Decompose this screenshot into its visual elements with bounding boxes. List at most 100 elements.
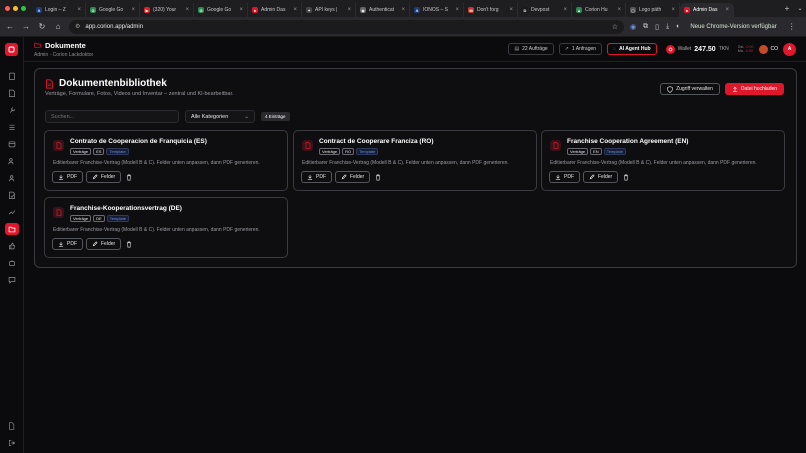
- browser-tab[interactable]: ✦ API keys | ×: [302, 3, 356, 17]
- browser-tab[interactable]: Λ Login – Z ×: [32, 3, 86, 17]
- document-card[interactable]: Franchise-Kooperationsvertrag (DE) Verträ…: [44, 197, 288, 258]
- reload-icon[interactable]: ↻: [37, 22, 47, 31]
- back-icon[interactable]: ←: [5, 22, 15, 31]
- tab-close-icon[interactable]: ×: [617, 7, 621, 13]
- delete-button[interactable]: [621, 171, 631, 183]
- page-heading: Dokumente Admin · Corion Lackdoktor: [34, 41, 93, 58]
- download-pdf-button[interactable]: PDF: [52, 171, 83, 183]
- wallet-balance[interactable]: Wallet 247.50 TKN: [662, 43, 733, 55]
- browser-tab[interactable]: ▲ Corion Hu ×: [572, 3, 626, 17]
- edit-fields-button[interactable]: Felder: [86, 171, 122, 183]
- sidebar-item-list[interactable]: [5, 121, 19, 133]
- chrome-update-button[interactable]: Neue Chrome-Version verfügbar: [686, 22, 780, 32]
- sidebar-docs-help-icon[interactable]: [5, 420, 19, 432]
- upload-file-button[interactable]: Datei hochladen: [725, 83, 784, 95]
- card-title: Franchise Cooperation Agreement (EN): [567, 138, 689, 145]
- browser-tab[interactable]: ● Admin Das ×: [680, 3, 734, 17]
- forward-icon[interactable]: →: [21, 22, 31, 31]
- manage-access-label: Zugriff verwalten: [676, 86, 713, 92]
- sidebar-item-dashboard[interactable]: [5, 70, 19, 82]
- browser-tab[interactable]: M Don't forg ×: [464, 3, 518, 17]
- sidebar-item-documents[interactable]: [4, 223, 19, 235]
- app-sidebar: [0, 37, 24, 453]
- category-select[interactable]: Alle Kategorien ⌄: [185, 110, 255, 123]
- browser-tab[interactable]: ◉ Authenticat ×: [356, 3, 410, 17]
- sidebar-item-report[interactable]: [5, 189, 19, 201]
- browser-tab[interactable]: Λ IONOS – S ×: [410, 3, 464, 17]
- maximize-window-button[interactable]: [21, 6, 26, 11]
- chrome-menu-icon[interactable]: ⋮: [787, 22, 797, 31]
- browser-tab[interactable]: D Devpost ×: [518, 3, 572, 17]
- account-badge[interactable]: A: [783, 42, 796, 56]
- sidebar-item-users[interactable]: [5, 155, 19, 167]
- download-pdf-button[interactable]: PDF: [549, 171, 580, 183]
- delete-button[interactable]: [124, 171, 134, 183]
- document-card[interactable]: Contrato de Cooperacion de Franquicia (E…: [44, 130, 288, 191]
- document-card[interactable]: Franchise Cooperation Agreement (EN) Vert…: [541, 130, 785, 191]
- browser-tab[interactable]: ◻ Logo päth ×: [626, 3, 680, 17]
- tab-close-icon[interactable]: ×: [725, 7, 729, 13]
- browser-tab-strip: Λ Login – Z × G Google Go × ▶ (320) Your × G Googl…: [0, 0, 806, 17]
- user-menu[interactable]: CO: [758, 44, 779, 54]
- sidebar-item-trend[interactable]: [5, 206, 19, 218]
- card-tag: Verträge: [567, 148, 589, 155]
- manage-access-button[interactable]: Zugriff verwalten: [660, 83, 720, 95]
- home-icon[interactable]: ⌂: [53, 22, 63, 31]
- sidebar-item-team[interactable]: [5, 172, 19, 184]
- new-tab-icon[interactable]: +: [780, 4, 794, 13]
- extension-icon[interactable]: ◉: [630, 23, 636, 31]
- pdf-label: PDF: [316, 174, 326, 180]
- app-logo[interactable]: [5, 43, 18, 56]
- document-library-panel: Dokumentenbibliothek Verträge, Formulare…: [34, 68, 797, 268]
- tab-close-icon[interactable]: ×: [563, 7, 567, 13]
- browser-tab[interactable]: G Google Go ×: [194, 3, 248, 17]
- tab-close-icon[interactable]: ×: [185, 7, 189, 13]
- delete-button[interactable]: [373, 171, 383, 183]
- edit-fields-button[interactable]: Felder: [583, 171, 619, 183]
- sidebar-item-thumbs-up[interactable]: [5, 240, 19, 252]
- tab-close-icon[interactable]: ×: [401, 7, 405, 13]
- browser-tab[interactable]: G Google Go ×: [86, 3, 140, 17]
- tab-search-icon[interactable]: ⌄: [794, 5, 806, 12]
- orders-button[interactable]: ▤ 22 Aufträge: [508, 43, 554, 55]
- tab-close-icon[interactable]: ×: [77, 7, 81, 13]
- sidepanel-icon[interactable]: ▯: [655, 23, 659, 31]
- search-input[interactable]: [45, 110, 179, 123]
- extensions-puzzle-icon[interactable]: ⧉: [643, 23, 648, 31]
- address-bar[interactable]: ⚙ app.corion.app/admin ☆: [69, 19, 624, 34]
- site-info-icon[interactable]: ⚙: [75, 23, 80, 30]
- card-tag: Verträge: [319, 148, 341, 155]
- tab-close-icon[interactable]: ×: [293, 7, 297, 13]
- tab-close-icon[interactable]: ×: [131, 7, 135, 13]
- sidebar-item-chat[interactable]: [5, 274, 19, 286]
- minimize-window-button[interactable]: [13, 6, 18, 11]
- tab-close-icon[interactable]: ×: [347, 7, 351, 13]
- sidebar-item-calendar[interactable]: [5, 138, 19, 150]
- download-pdf-button[interactable]: PDF: [52, 238, 83, 250]
- ai-agent-hub-button[interactable]: ⌂ AI Agent Hub: [607, 43, 657, 55]
- requests-button[interactable]: ↗ 1 Anfragen: [558, 43, 603, 55]
- download-pdf-button[interactable]: PDF: [301, 171, 332, 183]
- browser-tab[interactable]: ▶ (320) Your ×: [140, 3, 194, 17]
- bookmark-star-icon[interactable]: ☆: [612, 23, 618, 31]
- logout-icon[interactable]: [5, 437, 19, 449]
- tab-close-icon[interactable]: ×: [509, 7, 513, 13]
- sidebar-item-robot[interactable]: [5, 257, 19, 269]
- browser-tab[interactable]: ● Admin Das ×: [248, 3, 302, 17]
- edit-fields-button[interactable]: Felder: [86, 238, 122, 250]
- sidebar-item-pages[interactable]: [5, 87, 19, 99]
- tab-close-icon[interactable]: ×: [455, 7, 459, 13]
- download-icon[interactable]: ⤓: [666, 23, 669, 31]
- tab-close-icon[interactable]: ×: [239, 7, 243, 13]
- delete-button[interactable]: [124, 238, 134, 250]
- user-initials: CO: [770, 46, 779, 52]
- profile-icon[interactable]: ◐: [676, 23, 680, 30]
- stat2-label: Ma.: [737, 49, 744, 53]
- edit-fields-button[interactable]: Felder: [335, 171, 371, 183]
- document-card[interactable]: Contract de Cooperare Franciza (RO) Vertr…: [293, 130, 537, 191]
- close-window-button[interactable]: [5, 6, 10, 11]
- library-title: Dokumentenbibliothek: [45, 78, 167, 89]
- sidebar-item-wrench[interactable]: [5, 104, 19, 116]
- tab-close-icon[interactable]: ×: [671, 7, 675, 13]
- card-tag: Verträge: [70, 148, 92, 155]
